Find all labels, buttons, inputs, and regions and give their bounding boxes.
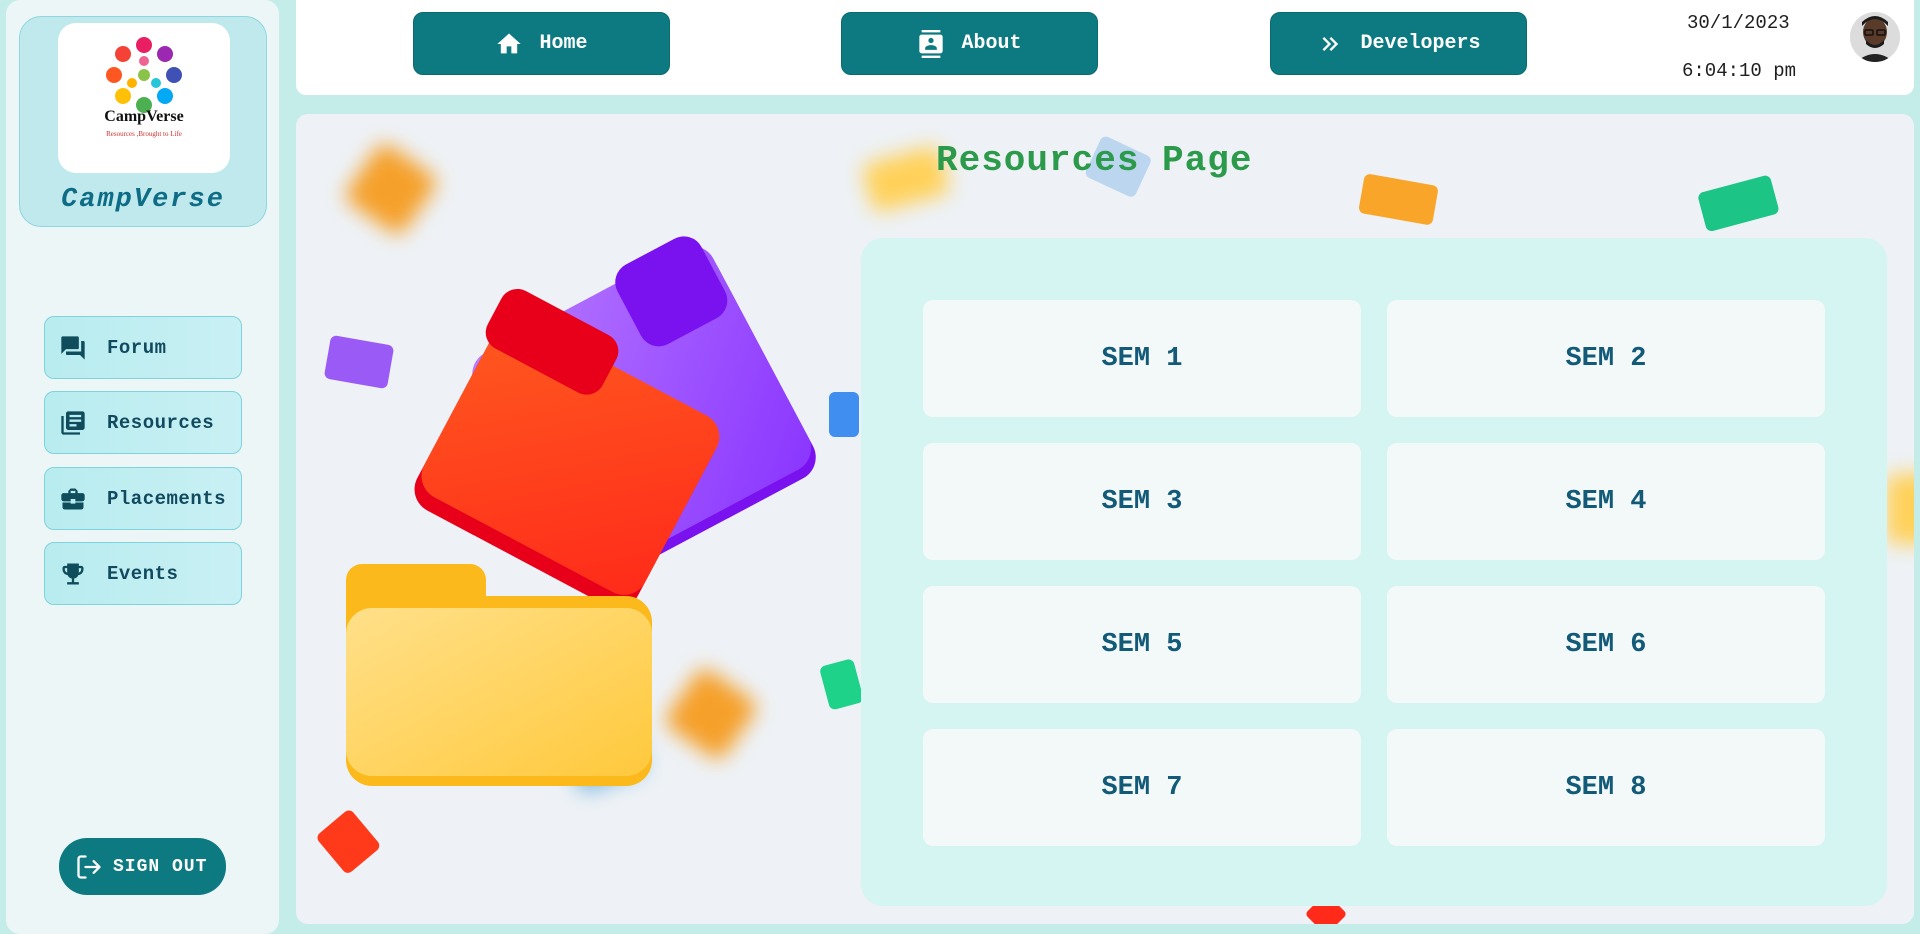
logo-tagline: Resources ,Brought to Life <box>106 130 182 138</box>
sem-4-button[interactable]: SEM 4 <box>1387 443 1825 560</box>
sign-out-button[interactable]: SIGN OUT <box>59 838 226 895</box>
logo-wordmark: CampVerse <box>104 108 183 125</box>
avatar[interactable] <box>1850 12 1900 62</box>
main-content: Resources Page SEM 1 SEM 2 SEM 3 SEM 4 S… <box>296 114 1914 924</box>
sem-5-button[interactable]: SEM 5 <box>923 586 1361 703</box>
about-label: About <box>961 32 1022 55</box>
sidebar-item-label: Events <box>107 562 179 585</box>
sign-out-label: SIGN OUT <box>113 856 208 877</box>
sem-8-button[interactable]: SEM 8 <box>1387 729 1825 846</box>
user-avatar-image <box>1850 12 1900 62</box>
logo-image: CampVerse Resources ,Brought to Life <box>104 37 184 138</box>
logout-icon <box>77 854 101 879</box>
sidebar: CampVerse Resources ,Brought to Life Cam… <box>6 0 279 934</box>
current-date: 30/1/2023 <box>1687 12 1790 34</box>
developers-button[interactable]: Developers <box>1270 12 1527 75</box>
home-label: Home <box>539 32 588 55</box>
home-button[interactable]: Home <box>413 12 670 75</box>
page-title: Resources Page <box>936 140 1253 181</box>
trophy-icon <box>62 563 84 584</box>
sidebar-item-placements[interactable]: Placements <box>44 467 242 530</box>
sem-7-button[interactable]: SEM 7 <box>923 729 1361 846</box>
sidebar-item-label: Placements <box>107 487 227 510</box>
sidebar-item-resources[interactable]: Resources <box>44 391 242 454</box>
brand-card: CampVerse Resources ,Brought to Life Cam… <box>19 16 267 227</box>
about-button[interactable]: About <box>841 12 1098 75</box>
contact-card-icon <box>919 29 944 58</box>
forum-icon <box>61 335 85 360</box>
semester-panel: SEM 1 SEM 2 SEM 3 SEM 4 SEM 5 SEM 6 SEM … <box>861 238 1887 906</box>
sem-2-button[interactable]: SEM 2 <box>1387 300 1825 417</box>
double-chevron-right-icon <box>1323 36 1339 51</box>
sidebar-item-label: Resources <box>107 411 215 434</box>
sem-1-button[interactable]: SEM 1 <box>923 300 1361 417</box>
library-books-icon <box>61 410 85 435</box>
sidebar-item-label: Forum <box>107 336 167 359</box>
brand-name: CampVerse <box>61 185 225 215</box>
sem-3-button[interactable]: SEM 3 <box>923 443 1361 560</box>
sidebar-item-events[interactable]: Events <box>44 542 242 605</box>
briefcase-icon <box>61 488 85 509</box>
current-time: 6:04:10 pm <box>1682 60 1797 82</box>
home-icon <box>497 33 522 53</box>
sidebar-item-forum[interactable]: Forum <box>44 316 242 379</box>
developers-label: Developers <box>1360 32 1481 55</box>
sem-6-button[interactable]: SEM 6 <box>1387 586 1825 703</box>
brand-logo[interactable]: CampVerse Resources ,Brought to Life <box>58 23 230 173</box>
